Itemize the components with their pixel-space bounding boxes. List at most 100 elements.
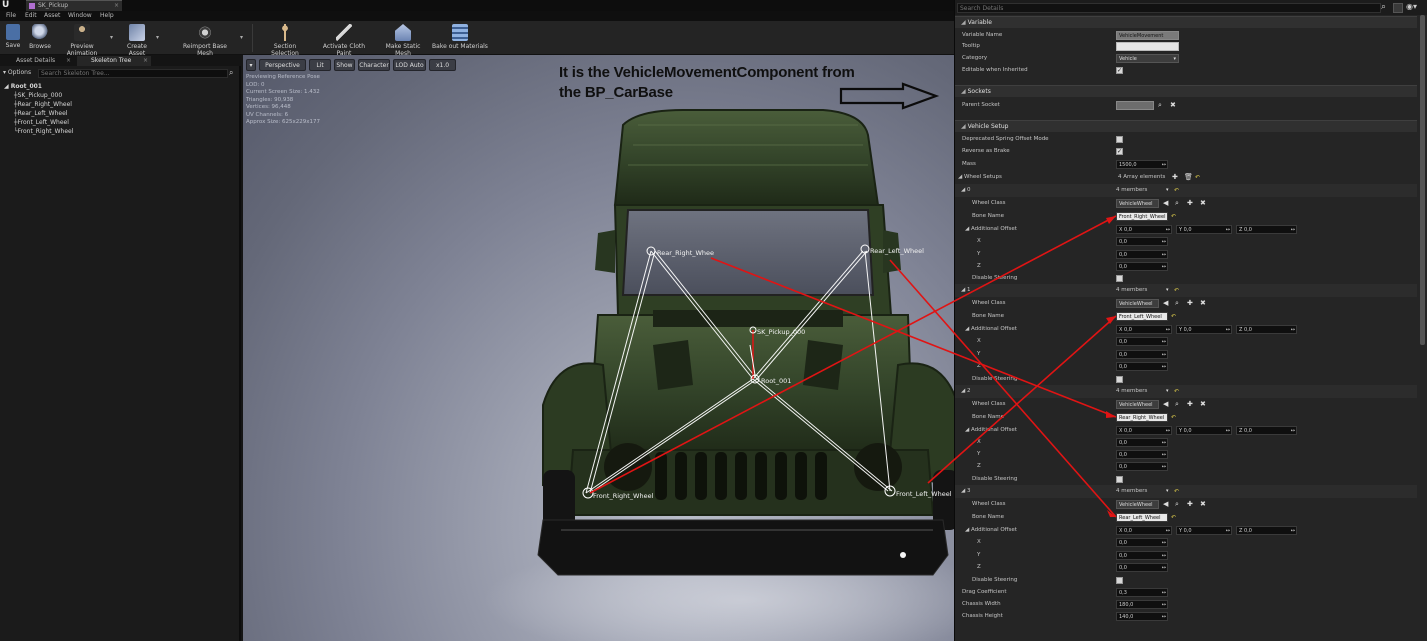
reset-icon[interactable]: ↶ bbox=[1171, 211, 1176, 222]
search-icon[interactable]: ⌕ bbox=[229, 68, 233, 78]
offset-y-field[interactable]: Y 0,0 bbox=[1176, 426, 1232, 435]
reverse-as-brake-checkbox[interactable]: ✓ bbox=[1116, 148, 1123, 155]
close-icon[interactable]: × bbox=[143, 56, 148, 66]
x-field[interactable]: 0,0 bbox=[1116, 538, 1168, 547]
viewport-options-button[interactable]: ▾ bbox=[246, 59, 256, 71]
offset-y-field[interactable]: Y 0,0 bbox=[1176, 225, 1232, 234]
arrow-left-icon[interactable]: ◀ bbox=[1163, 499, 1168, 510]
reset-icon[interactable]: ↶ bbox=[1174, 285, 1179, 296]
bone-sk-pickup[interactable]: ┼SK_Pickup_000 bbox=[0, 91, 241, 100]
deprecated-spring-checkbox[interactable] bbox=[1116, 136, 1123, 143]
z-field[interactable]: 0,0 bbox=[1116, 462, 1168, 471]
menu-window[interactable]: Window bbox=[68, 11, 92, 21]
clear-icon[interactable]: ✖ bbox=[1200, 399, 1206, 410]
bone-name-field[interactable]: Rear_Right_Wheel bbox=[1116, 413, 1168, 422]
menu-help[interactable]: Help bbox=[100, 11, 114, 21]
bone-rear-left-wheel[interactable]: ┼Rear_Left_Wheel bbox=[0, 109, 241, 118]
x-field[interactable]: 0,0 bbox=[1116, 237, 1168, 246]
document-tab[interactable]: SK_Pickup × bbox=[26, 0, 122, 11]
category-sockets[interactable]: ◢ Sockets bbox=[955, 85, 1417, 97]
offset-z-field[interactable]: Z 0,0 bbox=[1236, 426, 1297, 435]
chevron-down-icon[interactable]: ▾ bbox=[1166, 285, 1169, 296]
reimport-base-mesh-button[interactable]: Reimport Base Mesh bbox=[175, 23, 235, 57]
add-icon[interactable]: ✚ bbox=[1187, 298, 1193, 309]
disable-steering-checkbox[interactable] bbox=[1116, 376, 1123, 383]
offset-x-field[interactable]: X 0,0 bbox=[1116, 526, 1172, 535]
x-field[interactable]: 0,0 bbox=[1116, 337, 1168, 346]
perspective-button[interactable]: Perspective bbox=[259, 59, 306, 71]
variable-name-field[interactable]: VehicleMovement bbox=[1116, 31, 1179, 40]
chevron-down-icon[interactable]: ▾ bbox=[1166, 386, 1169, 397]
eye-icon[interactable]: ◉▾ bbox=[1406, 2, 1417, 11]
bone-root[interactable]: ◢ Root_001 bbox=[0, 82, 241, 91]
reset-icon[interactable]: ↶ bbox=[1171, 311, 1176, 322]
parent-socket-field[interactable] bbox=[1116, 101, 1154, 110]
preview-animation-button[interactable]: Preview Animation bbox=[56, 23, 108, 57]
search-icon[interactable]: ⌕ bbox=[1381, 2, 1386, 12]
chassis-height-field[interactable]: 140,0 bbox=[1116, 612, 1168, 621]
search-icon[interactable]: ⌕ bbox=[1175, 499, 1179, 510]
z-field[interactable]: 0,0 bbox=[1116, 362, 1168, 371]
disable-steering-checkbox[interactable] bbox=[1116, 476, 1123, 483]
disable-steering-checkbox[interactable] bbox=[1116, 275, 1123, 282]
arrow-left-icon[interactable]: ◀ bbox=[1163, 399, 1168, 410]
chevron-down-icon[interactable]: ▾ bbox=[1166, 486, 1169, 497]
make-static-mesh-button[interactable]: Make Static Mesh bbox=[378, 23, 428, 57]
collapse-icon[interactable]: ◢ bbox=[961, 121, 966, 133]
clear-icon[interactable]: ✖ bbox=[1200, 298, 1206, 309]
character-button[interactable]: Character bbox=[358, 59, 390, 71]
clear-icon[interactable]: ✖ bbox=[1170, 100, 1176, 111]
reset-icon[interactable]: ↶ bbox=[1174, 185, 1179, 196]
add-element-icon[interactable]: ✚ bbox=[1172, 172, 1178, 183]
x-field[interactable]: 0,0 bbox=[1116, 438, 1168, 447]
reset-icon[interactable]: ↶ bbox=[1174, 486, 1179, 497]
bone-front-right-wheel[interactable]: └Front_Right_Wheel bbox=[0, 127, 241, 136]
add-icon[interactable]: ✚ bbox=[1187, 198, 1193, 209]
bone-rear-right-wheel[interactable]: ┼Rear_Right_Wheel bbox=[0, 100, 241, 109]
create-asset-button[interactable]: Create Asset bbox=[118, 23, 156, 57]
arrow-left-icon[interactable]: ◀ bbox=[1163, 198, 1168, 209]
mass-field[interactable]: 1500,0 bbox=[1116, 160, 1168, 169]
wheel-class-dropdown[interactable]: VehicleWheel bbox=[1116, 500, 1159, 509]
lod-button[interactable]: LOD Auto bbox=[393, 59, 426, 71]
offset-x-field[interactable]: X 0,0 bbox=[1116, 225, 1172, 234]
reset-icon[interactable]: ↶ bbox=[1195, 172, 1200, 183]
playback-speed-button[interactable]: x1.0 bbox=[429, 59, 456, 71]
wheel-class-dropdown[interactable]: VehicleWheel bbox=[1116, 199, 1159, 208]
wheel-class-dropdown[interactable]: VehicleWheel bbox=[1116, 400, 1159, 409]
category-variable[interactable]: ◢ Variable bbox=[955, 16, 1417, 28]
grid-view-icon[interactable] bbox=[1393, 3, 1403, 13]
y-field[interactable]: 0,0 bbox=[1116, 350, 1168, 359]
menu-edit[interactable]: Edit bbox=[25, 11, 37, 21]
offset-x-field[interactable]: X 0,0 bbox=[1116, 325, 1172, 334]
viewport[interactable]: Rear_Right_Whee Rear_Left_Wheel SK_Picku… bbox=[243, 55, 954, 641]
y-field[interactable]: 0,0 bbox=[1116, 250, 1168, 259]
tab-skeleton-tree[interactable]: Skeleton Tree × bbox=[77, 56, 151, 66]
z-field[interactable]: 0,0 bbox=[1116, 262, 1168, 271]
tooltip-field[interactable] bbox=[1116, 42, 1179, 51]
offset-y-field[interactable]: Y 0,0 bbox=[1176, 526, 1232, 535]
lit-button[interactable]: Lit bbox=[309, 59, 331, 71]
details-scrollbar[interactable] bbox=[1420, 15, 1425, 345]
category-dropdown[interactable]: Vehicle ▾ bbox=[1116, 54, 1179, 63]
y-field[interactable]: 0,0 bbox=[1116, 450, 1168, 459]
clear-icon[interactable]: ✖ bbox=[1200, 499, 1206, 510]
category-vehicle-setup[interactable]: ◢ Vehicle Setup bbox=[955, 120, 1417, 132]
details-search-input[interactable] bbox=[957, 3, 1381, 13]
bone-front-left-wheel[interactable]: ┼Front_Left_Wheel bbox=[0, 118, 241, 127]
clear-icon[interactable]: ✖ bbox=[1200, 198, 1206, 209]
editable-checkbox[interactable]: ✓ bbox=[1116, 67, 1123, 74]
collapse-icon[interactable]: ◢ bbox=[961, 17, 966, 29]
options-button[interactable]: ▾ Options bbox=[3, 69, 31, 76]
chassis-width-field[interactable]: 180,0 bbox=[1116, 600, 1168, 609]
skeleton-search-input[interactable] bbox=[38, 69, 228, 78]
menu-asset[interactable]: Asset bbox=[44, 11, 60, 21]
search-icon[interactable]: ⌕ bbox=[1175, 298, 1179, 309]
chevron-down-icon[interactable]: ▾ bbox=[110, 34, 113, 41]
reset-icon[interactable]: ↶ bbox=[1174, 386, 1179, 397]
chevron-down-icon[interactable]: ▾ bbox=[156, 34, 159, 41]
menu-file[interactable]: File bbox=[6, 11, 16, 21]
search-icon[interactable]: ⌕ bbox=[1175, 198, 1179, 209]
close-icon[interactable]: × bbox=[114, 1, 119, 11]
close-icon[interactable]: × bbox=[66, 56, 71, 66]
